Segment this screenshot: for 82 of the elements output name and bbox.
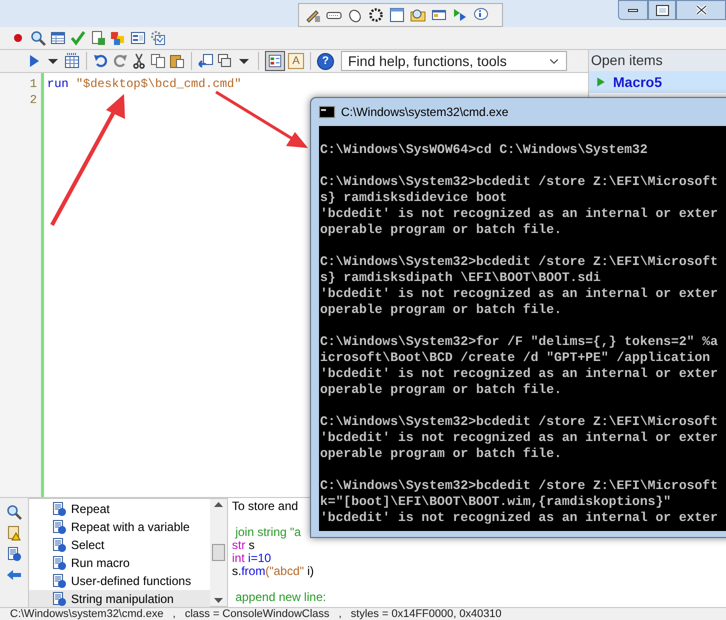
- console-line: C:\Windows\System32>bcdedit /store Z:\EFI\Microsoft: [320, 174, 719, 190]
- list-item[interactable]: Repeat: [29, 500, 210, 518]
- console-icon: [319, 106, 335, 118]
- console-line: 'bcdedit' is not recognized as an internal or exter: [320, 510, 719, 526]
- search-field[interactable]: Find help, functions, tools: [341, 51, 567, 71]
- help-button[interactable]: ?: [317, 52, 334, 70]
- font-button[interactable]: A: [288, 53, 304, 69]
- binary-document-icon[interactable]: [90, 30, 106, 46]
- maximize-button[interactable]: [648, 0, 676, 20]
- console-line: s} ramdisksdidevice boot: [320, 190, 508, 206]
- info-balloon-icon[interactable]: [473, 7, 489, 23]
- minimize-icon: [628, 8, 638, 12]
- list-item[interactable]: Run macro: [29, 554, 210, 572]
- scissors-icon[interactable]: [131, 53, 147, 69]
- folder-search-icon[interactable]: [410, 7, 426, 23]
- line-number: 1: [30, 76, 37, 92]
- document-arrow-icon[interactable]: [198, 53, 214, 69]
- console-line: operable program or batch file.: [320, 446, 563, 462]
- search-icon[interactable]: [30, 30, 46, 46]
- gear-document-icon[interactable]: [150, 30, 166, 46]
- help-document-icon[interactable]: [51, 573, 67, 589]
- help-line: To store and: [232, 500, 298, 513]
- grid-icon[interactable]: [64, 53, 80, 69]
- maximize-icon: [656, 6, 668, 14]
- list-item[interactable]: User-defined functions: [29, 572, 210, 590]
- help-document-icon[interactable]: [6, 546, 22, 562]
- console-line: C:\Windows\System32>bcdedit /store Z:\EFI\Microsoft: [320, 414, 719, 430]
- console-line: C:\Windows\System32>for /F "delims={,} tokens=2" %a: [320, 334, 719, 350]
- minimize-button[interactable]: [618, 0, 648, 20]
- window-icon[interactable]: [389, 7, 405, 23]
- table-icon[interactable]: [50, 30, 66, 46]
- dotted-circle-icon[interactable]: [368, 7, 384, 23]
- windows-icon[interactable]: [217, 53, 233, 69]
- console-line: icrosoft\Boot\BCD /create /d "GPT+PE" /application: [320, 350, 712, 366]
- help-document-icon[interactable]: [51, 591, 67, 607]
- scroll-down-icon[interactable]: [214, 598, 223, 603]
- search-icon[interactable]: [6, 504, 22, 520]
- console-line: C:\Windows\System32>bcdedit /store Z:\EFI\Microsoft: [320, 254, 719, 270]
- console-line: operable program or batch file.: [320, 222, 563, 238]
- form-icon[interactable]: [130, 30, 146, 46]
- line-number: 2: [30, 92, 37, 108]
- copy-icon[interactable]: [150, 53, 166, 69]
- scroll-thumb[interactable]: [212, 544, 225, 561]
- console-line: C:\Windows\System32>bcdedit /store Z:\EFI\Microsoft: [320, 478, 719, 494]
- warning-scroll-icon[interactable]: [6, 525, 22, 541]
- console-line: s} ramdisksdipath \EFI\BOOT\BOOT.sdi: [320, 270, 602, 286]
- check-icon[interactable]: [70, 30, 86, 46]
- list-item[interactable]: Select: [29, 536, 210, 554]
- window-title: C:\Windows\system32\cmd.exe: [341, 104, 508, 121]
- help-document-icon[interactable]: [51, 501, 67, 517]
- mouse-icon[interactable]: [347, 7, 363, 23]
- console-line: C:\Windows\SysWOW64>cd C:\Windows\System32: [320, 142, 649, 158]
- help-line: str s: [232, 539, 255, 552]
- console-line: 'bcdedit' is not recognized as an internal or exter: [320, 286, 719, 302]
- panel-title: Open items: [589, 50, 726, 71]
- paste-icon[interactable]: [169, 53, 185, 69]
- console-line: 'bcdedit' is not recognized as an internal or exter: [320, 430, 719, 446]
- colored-squares-icon[interactable]: [110, 30, 126, 46]
- console-line: operable program or batch file.: [320, 382, 563, 398]
- back-arrow-icon[interactable]: [6, 567, 22, 583]
- console-line: 'bcdedit' is not recognized as an internal or exter: [320, 366, 719, 382]
- help-document-icon[interactable]: [51, 555, 67, 571]
- help-document-icon[interactable]: [51, 519, 67, 535]
- help-line: append new line:: [234, 591, 326, 604]
- code-line: run "$desktop$\bcd_cmd.cmd": [47, 76, 242, 92]
- list-item[interactable]: String manipulation: [29, 590, 210, 608]
- close-icon: [696, 5, 706, 15]
- help-document-icon[interactable]: [51, 537, 67, 553]
- card-icon[interactable]: [431, 7, 447, 23]
- list-item[interactable]: Repeat with a variable: [29, 518, 210, 536]
- scrollbar[interactable]: [210, 499, 227, 606]
- undo-icon[interactable]: [93, 53, 109, 69]
- console-line: k="[boot]\EFI\BOOT\BOOT.wim,{ramdiskoptions}": [320, 494, 672, 510]
- scroll-up-icon[interactable]: [214, 502, 223, 507]
- console-line: 'bcdedit' is not recognized as an internal or exter: [320, 206, 719, 222]
- console-line: operable program or batch file.: [320, 302, 563, 318]
- help-line: s.from("abcd" i): [232, 565, 314, 578]
- open-item[interactable]: Macro5: [589, 71, 726, 93]
- status-bar: C:\Windows\system32\cmd.exe , class = ConsoleWindowClass , styles = 0x14FF0000, 0x40310: [0, 607, 726, 620]
- help-line: join string "a: [234, 526, 301, 539]
- play-arrows-icon[interactable]: [452, 7, 468, 23]
- help-line: int i=10: [232, 552, 272, 565]
